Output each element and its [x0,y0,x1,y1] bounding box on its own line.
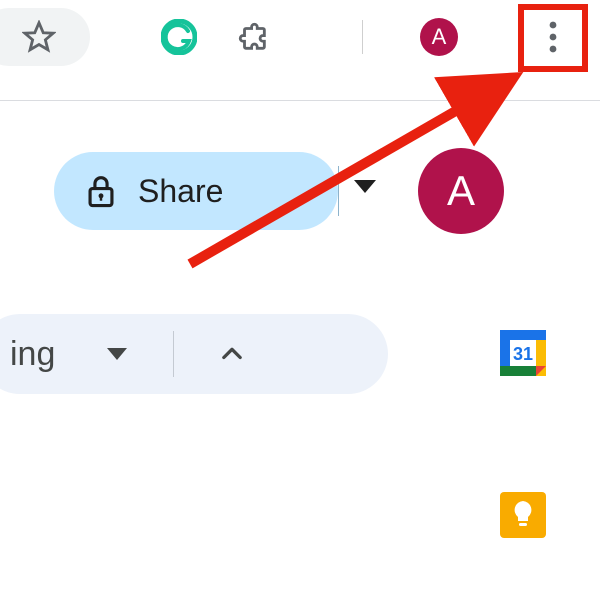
google-keep-icon[interactable] [498,490,548,540]
chrome-menu-button[interactable] [530,14,576,60]
share-button[interactable]: Share [54,152,338,230]
browser-toolbar: A [0,0,600,74]
calendar-day-number: 31 [513,344,533,364]
grammarly-icon[interactable] [158,16,200,58]
more-vert-icon [549,21,557,53]
editing-separator [173,331,174,377]
google-calendar-icon[interactable]: 31 [498,328,548,378]
browser-profile-avatar[interactable]: A [420,18,458,56]
lock-icon [86,174,116,208]
editing-mode-label: ing [10,335,55,374]
editing-mode-bar: ing [0,314,388,394]
google-account-avatar[interactable]: A [418,148,504,234]
share-button-label: Share [138,173,223,210]
browser-profile-initial: A [432,24,447,50]
editing-mode-dropdown-icon[interactable] [107,348,127,360]
browser-separator [362,20,363,54]
bookmark-star-icon[interactable] [18,16,60,58]
google-account-initial: A [447,167,475,215]
toolbar-divider [0,100,600,101]
collapse-toolbar-icon[interactable] [218,340,246,368]
share-separator [338,166,339,216]
extensions-icon[interactable] [232,16,274,58]
share-dropdown-icon[interactable] [354,180,376,193]
